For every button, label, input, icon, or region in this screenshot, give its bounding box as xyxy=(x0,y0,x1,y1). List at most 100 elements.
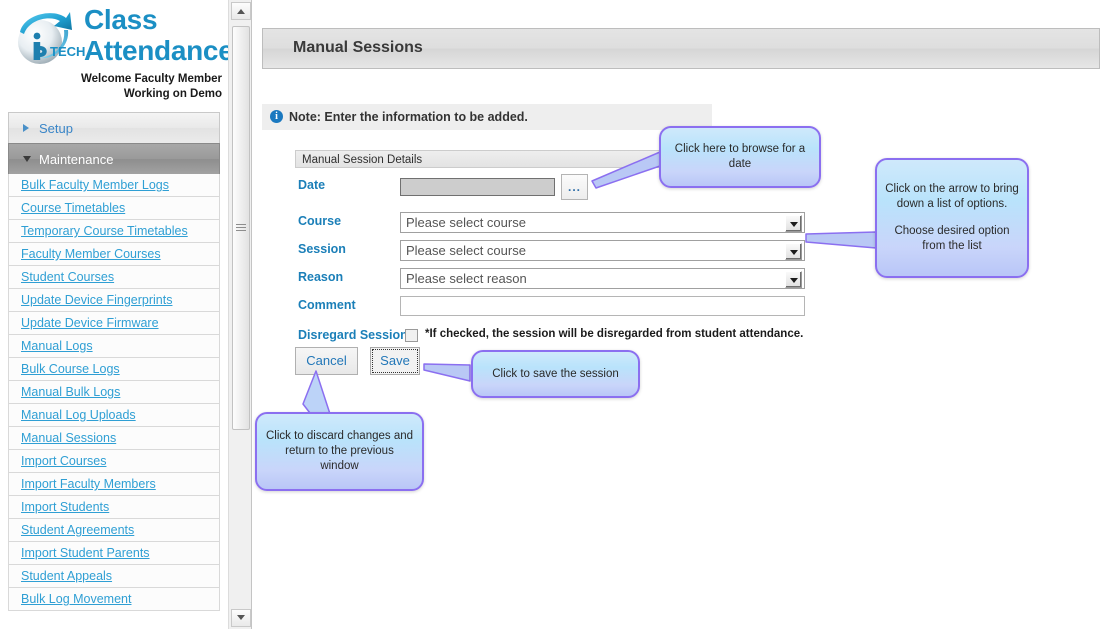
reason-dropdown-arrow-icon[interactable] xyxy=(785,271,802,288)
sidebar-item-manual-bulk-logs[interactable]: Manual Bulk Logs xyxy=(8,381,220,404)
date-label: Date xyxy=(298,178,326,192)
sidebar-section-maintenance-label: Maintenance xyxy=(39,152,114,167)
form-row-session: Session Please select course xyxy=(295,240,815,264)
sidebar-link[interactable]: Student Agreements xyxy=(21,523,134,537)
brand-title-line1: Class xyxy=(84,4,158,35)
sidebar-section-setup[interactable]: Setup xyxy=(8,112,220,143)
course-dropdown-arrow-icon[interactable] xyxy=(785,215,802,232)
sidebar-item-manual-logs[interactable]: Manual Logs xyxy=(8,335,220,358)
reason-select-value: Please select reason xyxy=(406,271,527,286)
sidebar-link[interactable]: Manual Log Uploads xyxy=(21,408,136,422)
sidebar-item-bulk-course-logs[interactable]: Bulk Course Logs xyxy=(8,358,220,381)
course-select-value: Please select course xyxy=(406,215,526,230)
date-browse-button[interactable]: ... xyxy=(561,174,588,200)
session-select[interactable]: Please select course xyxy=(400,240,805,261)
sidebar-link[interactable]: Update Device Firmware xyxy=(21,316,159,330)
scrollbar-grip-icon xyxy=(236,224,246,232)
welcome-line1: Welcome Faculty Member xyxy=(80,73,222,85)
course-label: Course xyxy=(298,214,342,228)
comment-label: Comment xyxy=(298,298,356,312)
callout-save: Click to save the session xyxy=(471,350,640,398)
scrollbar-thumb[interactable] xyxy=(232,26,250,430)
session-select-box[interactable]: Please select course xyxy=(400,240,805,261)
page-title-bar: Manual Sessions xyxy=(262,28,1100,69)
sidebar-link[interactable]: Student Courses xyxy=(21,270,114,284)
course-select-box[interactable]: Please select course xyxy=(400,212,805,233)
sidebar-link[interactable]: Manual Bulk Logs xyxy=(21,385,120,399)
main-content: Manual Sessions i Note: Enter the inform… xyxy=(254,0,1100,629)
sidebar-item-student-courses[interactable]: Student Courses xyxy=(8,266,220,289)
sidebar-scrollbar[interactable] xyxy=(228,0,252,629)
sidebar-item-import-faculty-members[interactable]: Import Faculty Members xyxy=(8,473,220,496)
sidebar-link[interactable]: Bulk Course Logs xyxy=(21,362,120,376)
disregard-session-label: Disregard Session xyxy=(298,328,408,342)
sidebar-link[interactable]: Manual Logs xyxy=(21,339,93,353)
form-row-disregard-session: Disregard Session *If checked, the sessi… xyxy=(295,326,815,348)
scroll-down-arrow-icon xyxy=(237,615,245,620)
sidebar-link[interactable]: Bulk Log Movement xyxy=(21,592,131,606)
sidebar-link[interactable]: Temporary Course Timetables xyxy=(21,224,188,238)
callout-cancel-text: Click to discard changes and return to t… xyxy=(265,430,414,472)
sidebar-link[interactable]: Import Courses xyxy=(21,454,106,468)
sidebar-item-import-courses[interactable]: Import Courses xyxy=(8,450,220,473)
brand-title: Class Attendance xyxy=(84,4,228,66)
sidebar-item-faculty-member-courses[interactable]: Faculty Member Courses xyxy=(8,243,220,266)
chevron-right-icon xyxy=(23,124,29,132)
scrollbar-up-button[interactable] xyxy=(231,2,251,20)
sidebar-link[interactable]: Update Device Fingerprints xyxy=(21,293,172,307)
sidebar-link[interactable]: Course Timetables xyxy=(21,201,125,215)
sidebar-link[interactable]: Import Faculty Members xyxy=(21,477,156,491)
sidebar-section-maintenance[interactable]: Maintenance xyxy=(8,143,220,174)
sidebar-link[interactable]: Manual Sessions xyxy=(21,431,116,445)
cancel-button[interactable]: Cancel xyxy=(295,347,358,375)
sidebar-item-import-students[interactable]: Import Students xyxy=(8,496,220,519)
sidebar-link[interactable]: Faculty Member Courses xyxy=(21,247,161,261)
sidebar-item-update-device-firmware[interactable]: Update Device Firmware xyxy=(8,312,220,335)
disregard-session-checkbox[interactable] xyxy=(405,329,418,342)
sidebar-link[interactable]: Import Student Parents xyxy=(21,546,150,560)
comment-input[interactable] xyxy=(400,296,805,316)
reason-label: Reason xyxy=(298,270,344,284)
brand-title-line2: Attendance xyxy=(84,35,228,66)
session-label: Session xyxy=(298,242,346,256)
sidebar-link[interactable]: Student Appeals xyxy=(21,569,112,583)
sidebar-item-temporary-course-timetables[interactable]: Temporary Course Timetables xyxy=(8,220,220,243)
page-title: Manual Sessions xyxy=(293,39,423,56)
callout-date-browse: Click here to browse for a date xyxy=(659,126,821,188)
sidebar-item-list: Bulk Faculty Member Logs Course Timetabl… xyxy=(0,174,228,611)
scrollbar-down-button[interactable] xyxy=(231,609,251,627)
reason-select[interactable]: Please select reason xyxy=(400,268,805,289)
chevron-down-icon xyxy=(23,156,31,162)
form-row-comment: Comment xyxy=(295,296,815,320)
date-input[interactable] xyxy=(400,178,555,196)
reason-select-box[interactable]: Please select reason xyxy=(400,268,805,289)
save-button-focus-ring xyxy=(372,349,418,373)
scroll-up-arrow-icon xyxy=(237,9,245,14)
course-select[interactable]: Please select course xyxy=(400,212,805,233)
session-dropdown-arrow-icon[interactable] xyxy=(785,243,802,260)
sidebar-item-course-timetables[interactable]: Course Timetables xyxy=(8,197,220,220)
note-bar: i Note: Enter the information to be adde… xyxy=(262,104,712,130)
form-row-course: Course Please select course xyxy=(295,212,815,236)
brand-header: TECH Class Attendance Welcome Faculty Me… xyxy=(0,0,228,112)
sidebar-item-manual-log-uploads[interactable]: Manual Log Uploads xyxy=(8,404,220,427)
sidebar-item-bulk-faculty-member-logs[interactable]: Bulk Faculty Member Logs xyxy=(8,174,220,197)
callout-save-text: Click to save the session xyxy=(492,367,619,380)
sidebar-item-student-agreements[interactable]: Student Agreements xyxy=(8,519,220,542)
welcome-line2: Working on Demo xyxy=(123,88,222,100)
sidebar-link[interactable]: Bulk Faculty Member Logs xyxy=(21,178,169,192)
sidebar-item-bulk-log-movement[interactable]: Bulk Log Movement xyxy=(8,588,220,611)
callout-dropdown: Click on the arrow to bring down a list … xyxy=(875,158,1029,278)
callout-dropdown-line2: Choose desired option from the list xyxy=(894,225,1010,252)
sidebar-link[interactable]: Import Students xyxy=(21,500,109,514)
svg-text:TECH: TECH xyxy=(50,44,85,59)
sidebar-nav: Setup Maintenance Bulk Faculty Member Lo… xyxy=(0,112,228,611)
callout-dropdown-line1: Click on the arrow to bring down a list … xyxy=(885,183,1019,210)
sidebar-item-student-appeals[interactable]: Student Appeals xyxy=(8,565,220,588)
sidebar-item-update-device-fingerprints[interactable]: Update Device Fingerprints xyxy=(8,289,220,312)
sidebar-item-manual-sessions[interactable]: Manual Sessions xyxy=(8,427,220,450)
sidebar-item-import-student-parents[interactable]: Import Student Parents xyxy=(8,542,220,565)
iptech-sphere-logo-icon: TECH xyxy=(18,12,85,64)
callout-date-text: Click here to browse for a date xyxy=(674,143,806,170)
save-button[interactable]: Save xyxy=(370,347,420,375)
